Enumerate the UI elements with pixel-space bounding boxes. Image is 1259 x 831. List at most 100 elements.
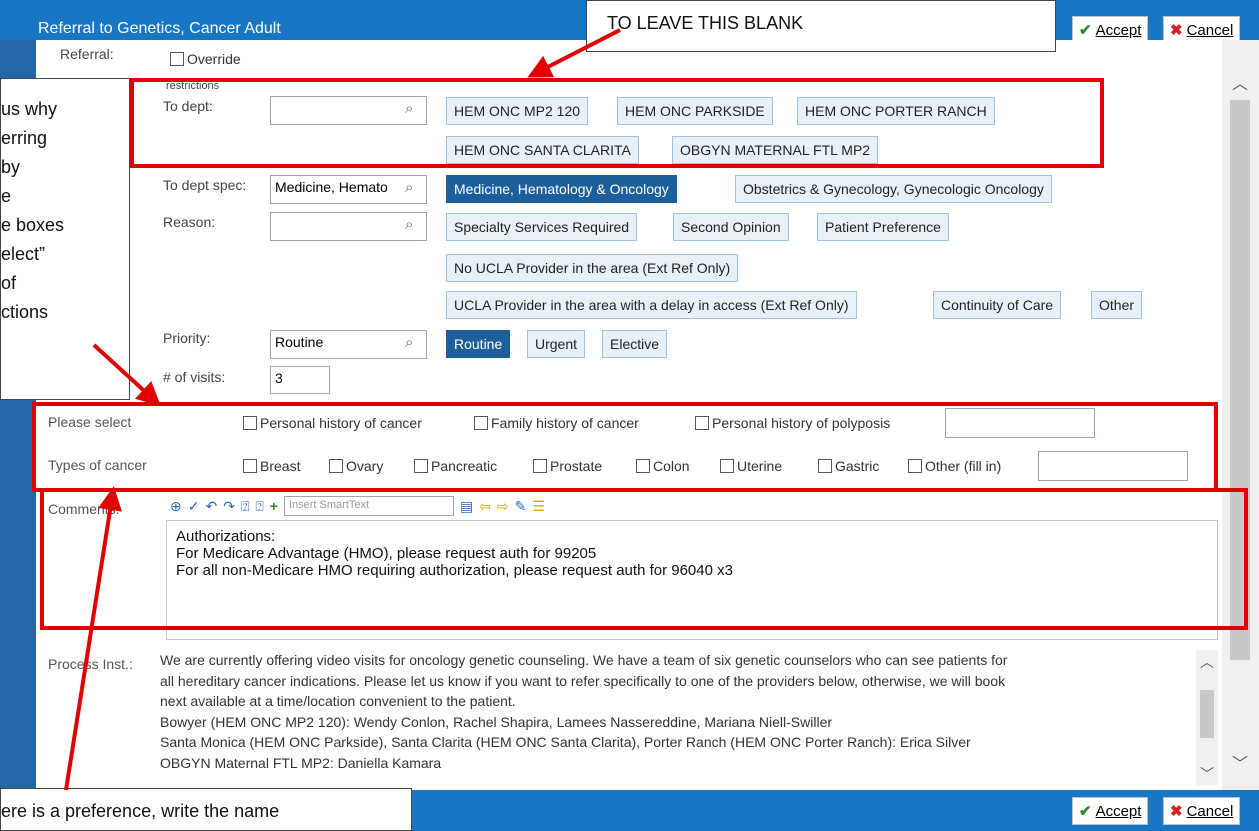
reason-option[interactable]: Second Opinion bbox=[673, 213, 789, 241]
override-checkbox[interactable]: Override bbox=[170, 51, 241, 67]
visits-label: # of visits: bbox=[163, 369, 226, 385]
help-icon[interactable]: ⍰ bbox=[241, 498, 249, 515]
to-dept-label: To dept: bbox=[163, 98, 213, 114]
reason-label: Reason: bbox=[163, 214, 216, 230]
arrow-left-icon[interactable]: ⇦ bbox=[479, 498, 491, 515]
priority-label: Priority: bbox=[163, 330, 211, 346]
reason-option[interactable]: Other bbox=[1091, 291, 1143, 319]
form-scrollbar[interactable]: ︿ ﹀ bbox=[1222, 40, 1259, 790]
polyposis-checkbox[interactable]: Personal history of polyposis bbox=[695, 415, 890, 431]
personal-history-checkbox[interactable]: Personal history of cancer bbox=[243, 415, 422, 431]
close-icon: ✖ bbox=[1170, 803, 1183, 820]
checkbox-box[interactable] bbox=[474, 416, 488, 430]
priority-input[interactable]: Routine bbox=[270, 330, 427, 359]
comments-label: Comments: bbox=[48, 501, 120, 517]
spellcheck-icon[interactable]: ✓ bbox=[188, 498, 200, 515]
check-icon: ✔ bbox=[1079, 803, 1092, 820]
visits-input[interactable]: 3 bbox=[270, 366, 330, 394]
to-dept-option[interactable]: HEM ONC PARKSIDE bbox=[617, 97, 773, 125]
plus-icon[interactable]: + bbox=[270, 498, 278, 514]
process-line: OBGYN Maternal FTL MP2: Daniella Kamara bbox=[160, 754, 442, 771]
priority-option[interactable]: Urgent bbox=[527, 330, 586, 358]
checkbox-box[interactable] bbox=[243, 416, 257, 430]
checkbox-box[interactable] bbox=[720, 459, 734, 473]
reason-option[interactable]: Patient Preference bbox=[817, 213, 949, 241]
uterine-checkbox[interactable]: Uterine bbox=[720, 458, 782, 474]
search-icon[interactable]: ⌕ bbox=[405, 179, 413, 196]
list-icon[interactable]: ▤ bbox=[460, 498, 473, 515]
reason-option[interactable]: Specialty Services Required bbox=[446, 213, 638, 241]
reason-option[interactable]: Continuity of Care bbox=[933, 291, 1062, 319]
undo-icon[interactable]: ↶ bbox=[205, 498, 217, 515]
to-dept-option[interactable]: HEM ONC SANTA CLARITA bbox=[446, 136, 639, 164]
reason-input[interactable] bbox=[270, 212, 427, 241]
process-line: next available at a time/location conven… bbox=[160, 693, 516, 709]
breast-checkbox[interactable]: Breast bbox=[243, 458, 300, 474]
chevron-down-icon[interactable]: ﹀ bbox=[1232, 750, 1248, 774]
close-icon: ✖ bbox=[1170, 22, 1183, 39]
ovary-checkbox[interactable]: Ovary bbox=[329, 458, 383, 474]
comments-toolbar: ⊕ ✓ ↶ ↷ ⍰ ⍰ + Insert SmartText ▤ ⇦ ⇨ ✎ ☰ bbox=[170, 494, 545, 518]
to-dept-spec-label: To dept spec: bbox=[163, 177, 247, 193]
comment-line: For Medicare Advantage (HMO), please req… bbox=[176, 545, 597, 562]
window-title: Referral to Genetics, Cancer Adult bbox=[38, 20, 281, 37]
other-cancer-text-field[interactable] bbox=[1038, 451, 1188, 481]
comment-line: For all non-Medicare HMO requiring autho… bbox=[176, 562, 733, 579]
check-icon: ✔ bbox=[1079, 22, 1092, 39]
referral-label: Referral: bbox=[60, 46, 114, 62]
process-inst-scrollbar[interactable]: ︿ ﹀ bbox=[1196, 650, 1218, 785]
chevron-up-icon[interactable]: ︿ bbox=[1232, 70, 1248, 94]
process-line: Santa Monica (HEM ONC Parkside), Santa C… bbox=[160, 734, 971, 750]
checkbox-box[interactable] bbox=[170, 52, 184, 66]
smarttext-input[interactable]: Insert SmartText bbox=[283, 496, 454, 516]
top-annotation-callout: TO LEAVE THIS BLANK bbox=[586, 0, 1056, 52]
checkbox-box[interactable] bbox=[695, 416, 709, 430]
to-dept-spec-option-selected[interactable]: Medicine, Hematology & Oncology bbox=[446, 175, 677, 203]
family-history-checkbox[interactable]: Family history of cancer bbox=[474, 415, 639, 431]
reason-option[interactable]: UCLA Provider in the area with a delay i… bbox=[446, 291, 857, 319]
please-select-text-field[interactable] bbox=[945, 408, 1095, 438]
to-dept-spec-input[interactable]: Medicine, Hemato bbox=[270, 175, 427, 204]
scrollbar-thumb[interactable] bbox=[1230, 100, 1250, 660]
redo-icon[interactable]: ↷ bbox=[223, 498, 235, 515]
to-dept-spec-option[interactable]: Obstetrics & Gynecology, Gynecologic Onc… bbox=[735, 175, 1052, 203]
scrollbar-thumb[interactable] bbox=[1200, 690, 1214, 738]
search-icon[interactable]: ⌕ bbox=[405, 216, 413, 233]
to-dept-option[interactable]: HEM ONC MP2 120 bbox=[446, 97, 589, 125]
zoom-in-icon[interactable]: ⊕ bbox=[170, 498, 182, 515]
checkbox-box[interactable] bbox=[414, 459, 428, 473]
process-inst-label: Process Inst.: bbox=[48, 656, 133, 672]
chevron-up-icon[interactable]: ︿ bbox=[1200, 652, 1214, 672]
to-dept-input[interactable] bbox=[270, 96, 427, 125]
pancreatic-checkbox[interactable]: Pancreatic bbox=[414, 458, 497, 474]
other-fill-in-checkbox[interactable]: Other (fill in) bbox=[908, 458, 1001, 474]
reason-option[interactable]: No UCLA Provider in the area (Ext Ref On… bbox=[446, 254, 739, 282]
search-icon[interactable]: ⌕ bbox=[405, 100, 413, 117]
eraser-icon[interactable]: ✎ bbox=[515, 498, 527, 515]
process-line: Bowyer (HEM ONC MP2 120): Wendy Conlon, … bbox=[160, 713, 833, 730]
accept-button[interactable]: ✔ Accept bbox=[1072, 797, 1149, 825]
cancel-button[interactable]: ✖ Cancel bbox=[1163, 797, 1241, 825]
to-dept-option[interactable]: HEM ONC PORTER RANCH bbox=[797, 97, 995, 125]
to-dept-option[interactable]: OBGYN MATERNAL FTL MP2 bbox=[672, 136, 879, 164]
colon-checkbox[interactable]: Colon bbox=[636, 458, 690, 474]
insert-help-icon[interactable]: ⍰ bbox=[255, 498, 263, 515]
left-annotation-callout: us why erring by e e boxes elect” of cti… bbox=[0, 78, 130, 400]
priority-option[interactable]: Elective bbox=[602, 330, 668, 358]
arrow-right-icon[interactable]: ⇨ bbox=[497, 498, 509, 515]
search-icon[interactable]: ⌕ bbox=[405, 334, 413, 351]
gastric-checkbox[interactable]: Gastric bbox=[818, 458, 879, 474]
list-arrow-icon[interactable]: ☰ bbox=[532, 498, 545, 515]
chevron-down-icon[interactable]: ﹀ bbox=[1200, 764, 1214, 784]
restrictions-label: restrictions bbox=[166, 80, 220, 92]
checkbox-box[interactable] bbox=[533, 459, 547, 473]
checkbox-box[interactable] bbox=[329, 459, 343, 473]
prostate-checkbox[interactable]: Prostate bbox=[533, 458, 602, 474]
comments-textarea[interactable]: Authorizations: For Medicare Advantage (… bbox=[166, 520, 1218, 640]
priority-option-selected[interactable]: Routine bbox=[446, 330, 511, 358]
checkbox-box[interactable] bbox=[908, 459, 922, 473]
types-of-cancer-label: Types of cancer bbox=[48, 457, 147, 473]
checkbox-box[interactable] bbox=[636, 459, 650, 473]
checkbox-box[interactable] bbox=[243, 459, 257, 473]
checkbox-box[interactable] bbox=[818, 459, 832, 473]
